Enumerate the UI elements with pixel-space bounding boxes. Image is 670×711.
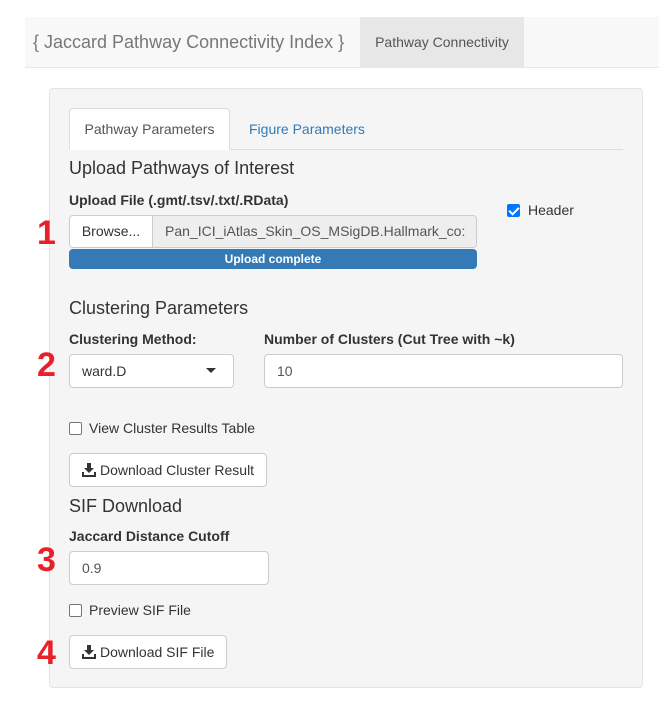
nav-tab-pathway-connectivity[interactable]: Pathway Connectivity: [360, 17, 524, 68]
preview-sif-checkbox[interactable]: [69, 604, 82, 617]
download-icon: [82, 645, 96, 659]
header-checkbox[interactable]: [507, 204, 520, 217]
app-title: { Jaccard Pathway Connectivity Index }: [33, 32, 345, 52]
upload-progress: Upload complete: [69, 249, 477, 269]
caret-down-icon: [206, 368, 216, 373]
download-sif-label: Download SIF File: [100, 644, 215, 660]
annotation-number-1: 1: [37, 214, 56, 252]
file-name-field[interactable]: Pan_ICI_iAtlas_Skin_OS_MSigDB.Hallmark_c…: [153, 216, 476, 247]
number-of-clusters-input[interactable]: 10: [264, 354, 623, 388]
navbar: { Jaccard Pathway Connectivity Index } P…: [25, 17, 659, 68]
annotation-number-4: 4: [37, 634, 56, 672]
view-cluster-table-checkbox[interactable]: [69, 422, 82, 435]
download-cluster-result-button[interactable]: Download Cluster Result: [69, 453, 267, 487]
upload-section-title: Upload Pathways of Interest: [69, 158, 295, 178]
sif-section-title: SIF Download: [69, 496, 183, 516]
browse-button[interactable]: Browse...: [70, 216, 153, 247]
upload-file-label: Upload File (.gmt/.tsv/.txt/.RData): [69, 192, 289, 208]
download-cluster-result-label: Download Cluster Result: [100, 462, 255, 478]
clustering-method-select[interactable]: ward.D: [69, 354, 234, 388]
header-checkbox-label: Header: [528, 202, 574, 218]
jaccard-cutoff-input[interactable]: 0.9: [69, 551, 269, 585]
tab-pathway-parameters[interactable]: Pathway Parameters: [69, 108, 230, 150]
jaccard-cutoff-label: Jaccard Distance Cutoff: [69, 528, 230, 544]
clustering-section-title: Clustering Parameters: [69, 298, 249, 318]
preview-sif-label: Preview SIF File: [89, 602, 191, 618]
file-input: Browse... Pan_ICI_iAtlas_Skin_OS_MSigDB.…: [69, 215, 477, 248]
clustering-method-value: ward.D: [82, 363, 127, 379]
download-icon: [82, 463, 96, 477]
clustering-method-label: Clustering Method:: [69, 331, 197, 347]
annotation-number-3: 3: [37, 541, 56, 579]
number-of-clusters-label: Number of Clusters (Cut Tree with ~k): [264, 331, 515, 347]
upload-progress-bar: Upload complete: [69, 249, 477, 269]
view-cluster-table-label: View Cluster Results Table: [89, 420, 256, 436]
annotation-number-2: 2: [37, 346, 56, 384]
download-sif-button[interactable]: Download SIF File: [69, 635, 227, 669]
tab-figure-parameters[interactable]: Figure Parameters: [234, 108, 380, 150]
